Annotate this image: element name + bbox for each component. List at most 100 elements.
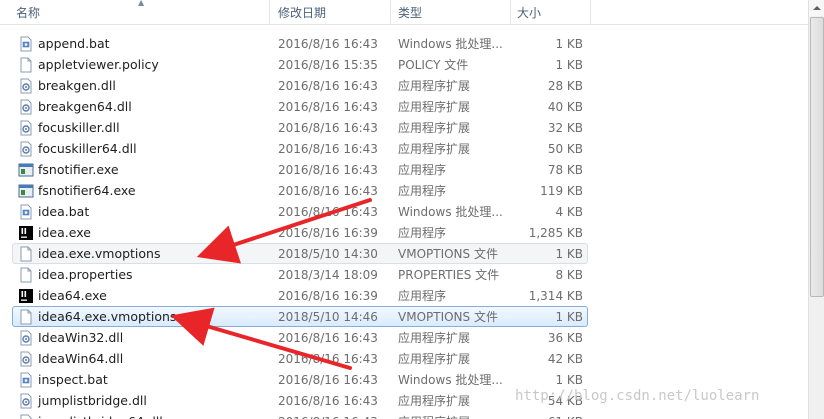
file-row[interactable]: IdeaWin64.dll 2016/8/16 16:43 应用程序扩展 42 KB (12, 348, 588, 369)
file-date: 2016/8/16 16:39 (278, 289, 378, 303)
watermark: http://blog.csdn.net/luolearn (515, 388, 760, 404)
file-size: 1,314 KB (528, 289, 583, 303)
file-row[interactable]: idea.exe.vmoptions 2018/5/10 14:30 VMOPTIO… (12, 243, 588, 264)
file-size: 42 KB (547, 352, 583, 366)
file-row[interactable]: idea.bat 2016/8/16 16:43 Windows 批处理... 4 K… (12, 201, 588, 222)
file-row[interactable]: jumplistbridge64.dll 2016/8/16 16:43 应用程序扩… (12, 411, 588, 419)
file-row[interactable]: fsnotifier64.exe 2016/8/16 16:43 应用程序 119 K… (12, 180, 588, 201)
file-name: idea.exe (38, 225, 91, 240)
file-size: 32 KB (547, 121, 583, 135)
column-header-type[interactable]: 类型 (392, 0, 511, 25)
file-date: 2018/5/10 14:46 (278, 310, 378, 324)
file-size: 36 KB (547, 331, 583, 345)
dll-file-icon (18, 99, 34, 115)
file-date: 2016/8/16 16:43 (278, 373, 378, 387)
file-size: 8 KB (555, 268, 583, 282)
batch-file-icon (18, 372, 34, 388)
column-header-date-label: 修改日期 (278, 6, 327, 20)
file-type: 应用程序 (398, 289, 447, 303)
file-date: 2016/8/16 16:43 (278, 142, 378, 156)
file-type: 应用程序扩展 (398, 352, 471, 366)
file-row[interactable]: idea.properties 2018/3/14 18:09 PROPERTIES… (12, 264, 588, 285)
exe-window-icon (18, 183, 34, 199)
column-header-date[interactable]: 修改日期 (272, 0, 391, 25)
file-name: idea64.exe.vmoptions (38, 309, 177, 324)
vertical-scrollbar[interactable] (808, 0, 824, 419)
file-size: 1,285 KB (528, 226, 583, 240)
file-date: 2018/5/10 14:30 (278, 247, 378, 261)
file-date: 2016/8/16 16:43 (278, 37, 378, 51)
column-header-size-label: 大小 (517, 6, 542, 20)
intellij-icon (18, 225, 34, 241)
file-date: 2016/8/16 16:43 (278, 205, 378, 219)
file-name: jumplistbridge64.dll (38, 412, 163, 419)
file-type: Windows 批处理... (398, 205, 503, 219)
column-header-type-label: 类型 (398, 6, 423, 20)
batch-file-icon (18, 36, 34, 52)
file-type: 应用程序扩展 (398, 331, 471, 345)
file-name: breakgen.dll (38, 78, 116, 93)
file-date: 2016/8/16 16:43 (278, 412, 378, 419)
dll-file-icon (18, 141, 34, 157)
file-row[interactable]: idea64.exe 2016/8/16 16:39 应用程序 1,314 KB (12, 285, 588, 306)
file-date: 2016/8/16 16:39 (278, 226, 378, 240)
file-name: focuskiller64.dll (38, 141, 137, 156)
file-row[interactable]: IdeaWin32.dll 2016/8/16 16:43 应用程序扩展 36 KB (12, 327, 588, 348)
file-name: jumplistbridge.dll (38, 393, 147, 408)
file-row[interactable]: idea.exe 2016/8/16 16:39 应用程序 1,285 KB (12, 222, 588, 243)
file-name: fsnotifier.exe (38, 162, 119, 177)
dll-file-icon (18, 330, 34, 346)
file-size: 1 KB (555, 247, 583, 261)
file-type: Windows 批处理... (398, 373, 503, 387)
file-row[interactable]: focuskiller.dll 2016/8/16 16:43 应用程序扩展 32 K… (12, 117, 588, 138)
file-size: 1 KB (555, 310, 583, 324)
file-row[interactable]: breakgen64.dll 2016/8/16 16:43 应用程序扩展 40 KB (12, 96, 588, 117)
dll-file-icon (18, 78, 34, 94)
file-type: 应用程序扩展 (398, 100, 471, 114)
file-size: 28 KB (547, 79, 583, 93)
column-header: 名称 ▲ 修改日期 类型 大小 (0, 0, 808, 25)
column-header-name-label: 名称 (16, 6, 41, 20)
file-name: focuskiller.dll (38, 120, 120, 135)
batch-file-icon (18, 204, 34, 220)
file-name: IdeaWin32.dll (38, 330, 124, 345)
file-type: Windows 批处理... (398, 37, 503, 51)
file-row[interactable]: inspect.bat 2016/8/16 16:43 Windows 批处理...… (12, 369, 588, 390)
dll-file-icon (18, 351, 34, 367)
file-type: 应用程序扩展 (398, 394, 471, 408)
file-date: 2016/8/16 16:43 (278, 100, 378, 114)
file-type: 应用程序扩展 (398, 412, 470, 419)
scrollbar-thumb[interactable] (810, 17, 824, 297)
file-type: 应用程序 (398, 226, 447, 240)
file-row[interactable]: idea64.exe.vmoptions 2018/5/10 14:46 VMOPT… (12, 306, 588, 327)
file-name: idea64.exe (38, 288, 107, 303)
file-date: 2016/8/16 16:43 (278, 394, 378, 408)
dll-file-icon (18, 414, 34, 419)
column-header-size[interactable]: 大小 (511, 0, 591, 25)
blank-file-icon (18, 57, 34, 73)
file-row[interactable]: jumplistbridge.dll 2016/8/16 16:43 应用程序扩展 5… (12, 390, 588, 411)
file-row[interactable]: focuskiller64.dll 2016/8/16 16:43 应用程序扩展 50… (12, 138, 588, 159)
file-type: VMOPTIONS 文件 (398, 310, 498, 324)
file-name: breakgen64.dll (38, 99, 132, 114)
file-name: fsnotifier64.exe (38, 183, 136, 198)
file-row[interactable]: appletviewer.policy 2016/8/16 15:35 POLICY… (12, 54, 588, 75)
file-type: POLICY 文件 (398, 58, 469, 72)
exe-window-icon (18, 162, 34, 178)
file-date: 2016/8/16 16:43 (278, 352, 378, 366)
blank-file-icon (18, 246, 34, 262)
file-row[interactable]: fsnotifier.exe 2016/8/16 16:43 应用程序 78 KB (12, 159, 588, 180)
file-row[interactable]: append.bat 2016/8/16 16:43 Windows 批处理... 1… (12, 33, 588, 54)
file-size: 1 KB (555, 58, 583, 72)
dll-file-icon (18, 120, 34, 136)
file-name: idea.exe.vmoptions (38, 246, 161, 261)
blank-file-icon (18, 309, 34, 325)
file-type: 应用程序扩展 (398, 79, 471, 93)
file-size: 119 KB (540, 184, 583, 198)
file-type: 应用程序 (398, 184, 447, 198)
scroll-up-button[interactable] (809, 0, 824, 16)
file-name: appletviewer.policy (38, 57, 159, 72)
file-name: append.bat (38, 36, 110, 51)
file-size: 1 KB (555, 37, 583, 51)
file-row[interactable]: breakgen.dll 2016/8/16 16:43 应用程序扩展 28 KB (12, 75, 588, 96)
